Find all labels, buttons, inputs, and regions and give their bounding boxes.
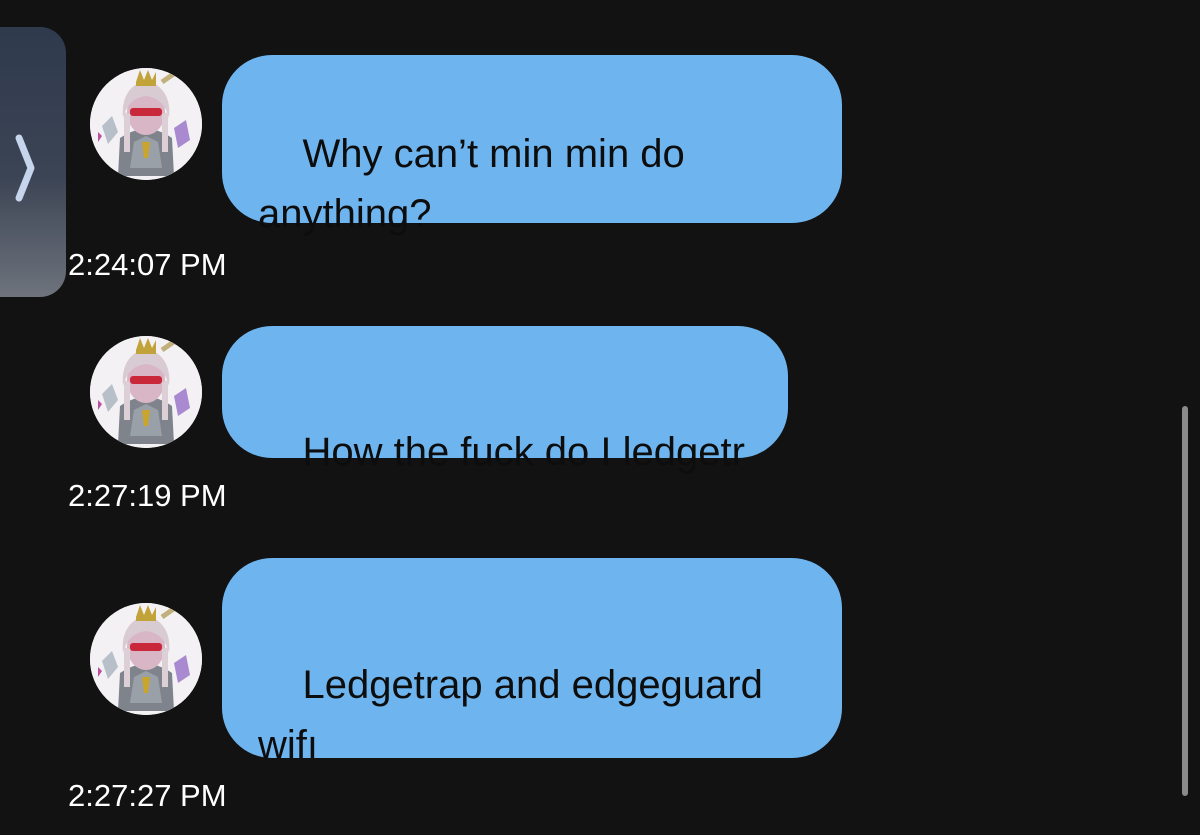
message-text: Why can’t min min do anything?	[258, 132, 685, 236]
message-timestamp: 2:27:19 PM	[68, 478, 227, 513]
message-text: Ledgetrap and edgeguard wifı	[258, 663, 763, 767]
avatar[interactable]	[90, 68, 202, 180]
avatar[interactable]	[90, 336, 202, 448]
avatar-image	[90, 336, 202, 448]
message-bubble[interactable]: Why can’t min min do anything?	[222, 55, 842, 236]
message-bubble[interactable]: How the fuck do I ledgetr	[222, 326, 788, 474]
message-bubble[interactable]: Ledgetrap and edgeguard wifı	[222, 558, 842, 767]
chevron-right-icon	[15, 134, 35, 202]
scrollbar[interactable]	[1182, 406, 1188, 796]
message-timestamp: 2:27:27 PM	[68, 778, 227, 813]
avatar[interactable]	[90, 603, 202, 715]
side-panel-toggle[interactable]	[0, 27, 66, 297]
avatar-image	[90, 603, 202, 715]
message-text: How the fuck do I ledgetr	[302, 430, 745, 474]
avatar-image	[90, 68, 202, 180]
message-timestamp: 2:24:07 PM	[68, 247, 227, 282]
